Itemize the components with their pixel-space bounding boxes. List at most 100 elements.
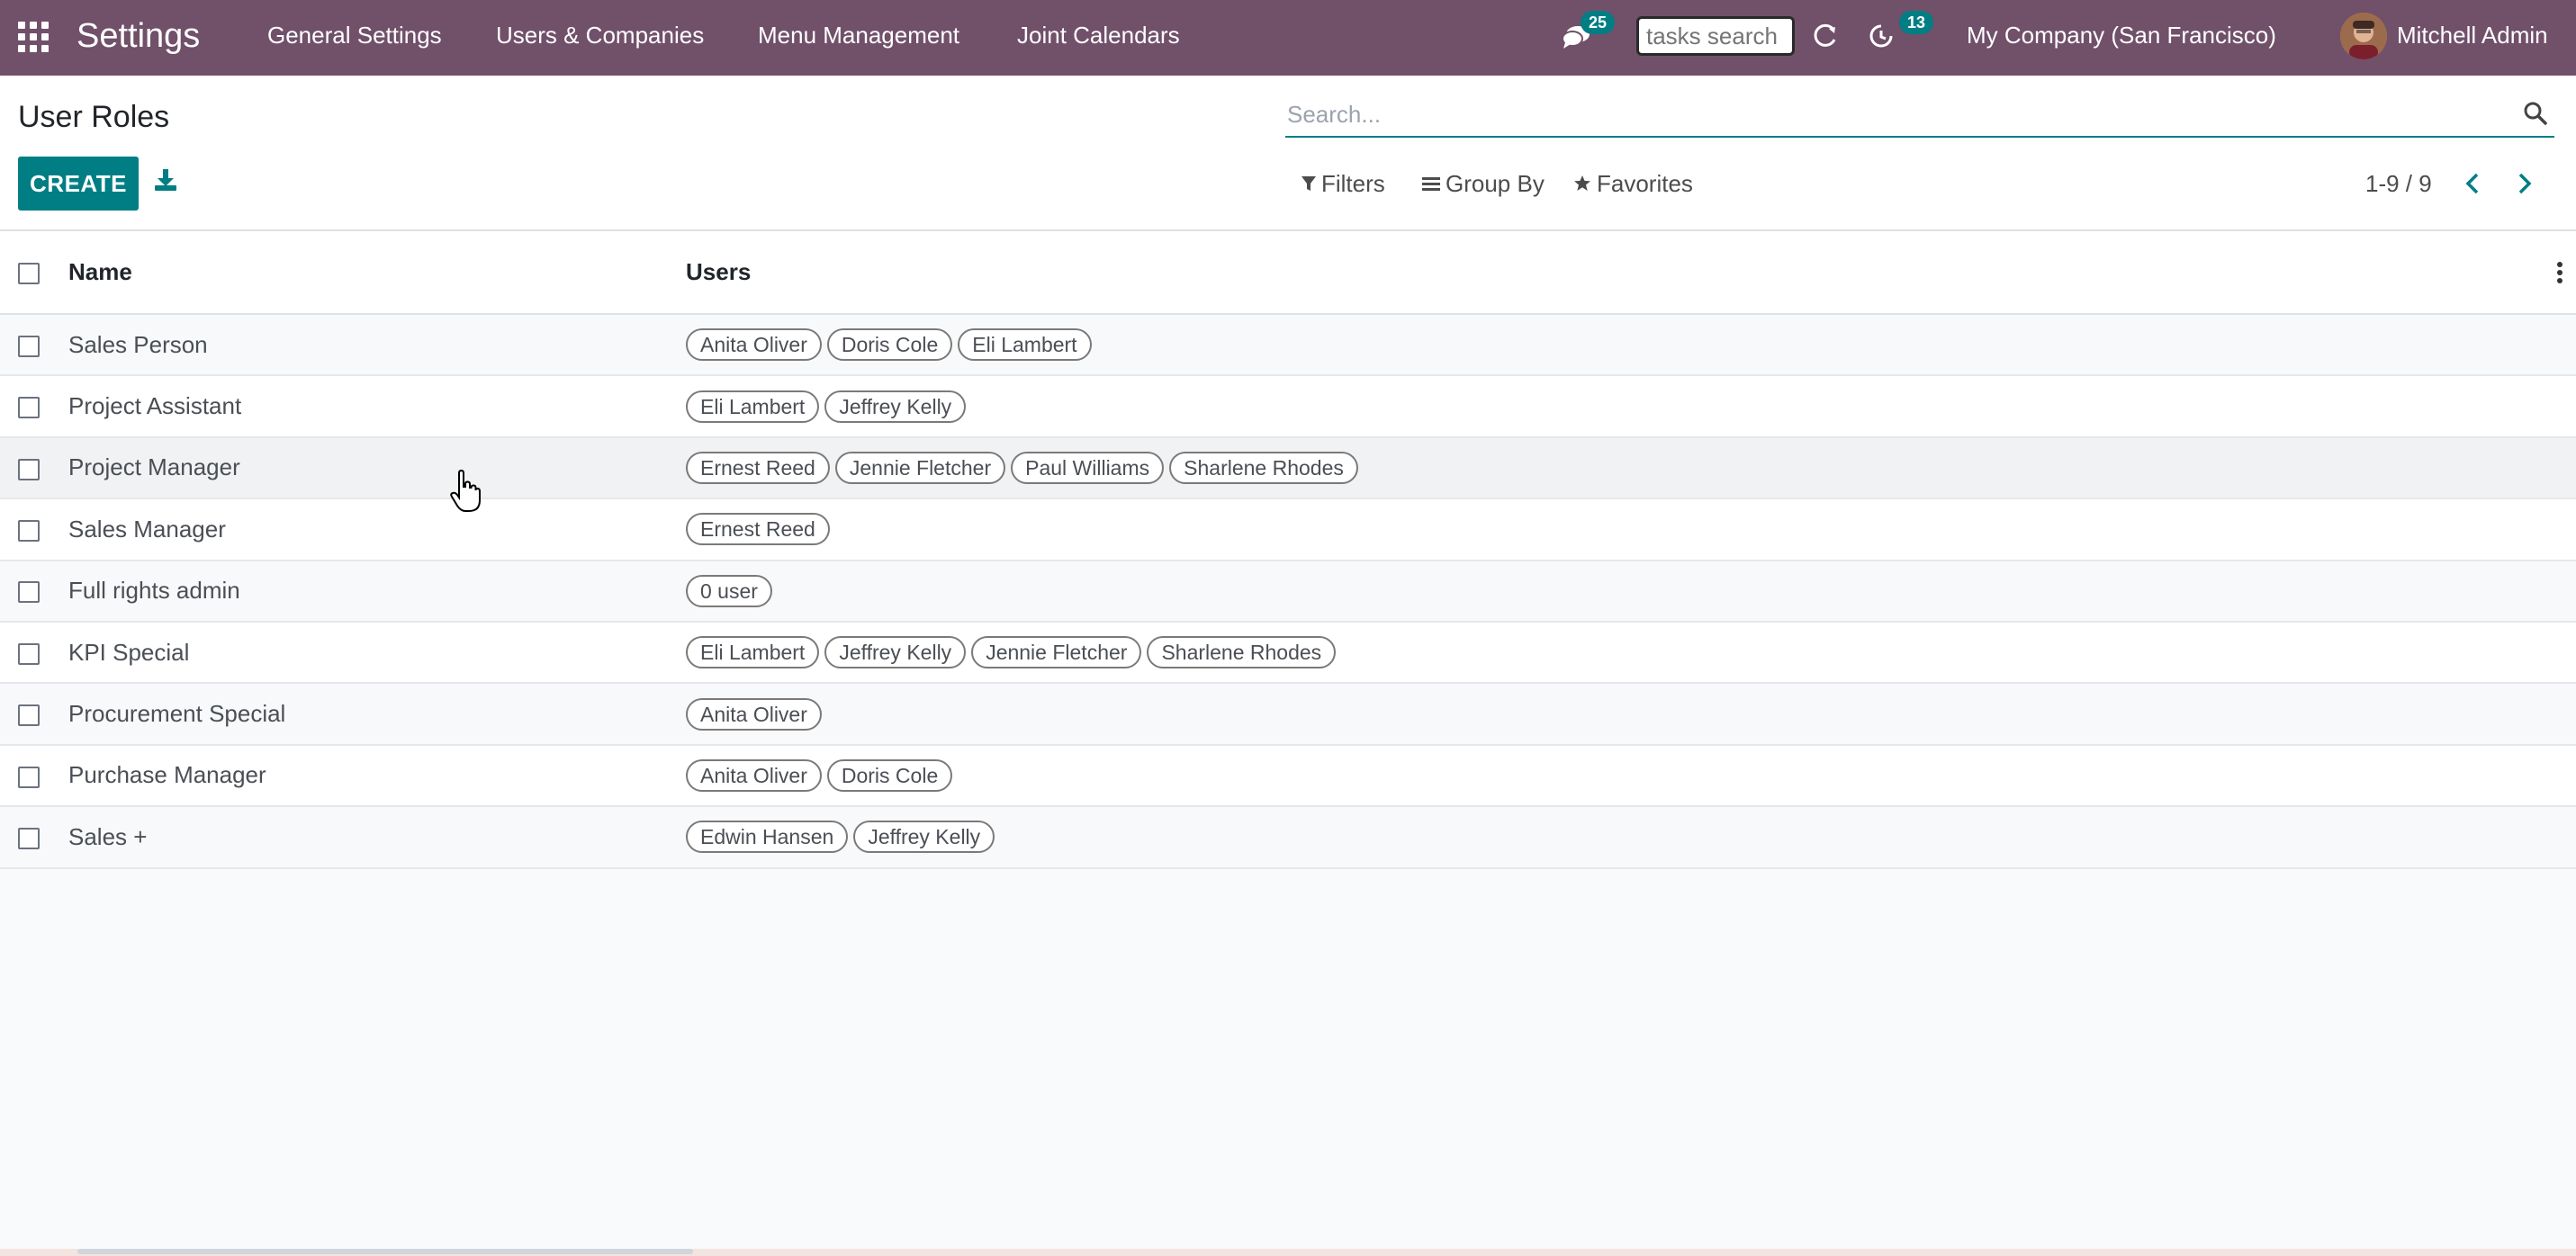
avatar[interactable] <box>2340 13 2387 59</box>
row-spacer-cell <box>2549 314 2576 375</box>
clock-icon <box>1869 24 1893 48</box>
row-select-cell <box>0 683 58 744</box>
role-name-cell[interactable]: Sales + <box>58 806 686 867</box>
role-users-cell[interactable]: Eli Lambert Jeffrey Kelly Jennie Fletcher S… <box>686 622 2549 683</box>
search-input[interactable] <box>1287 96 2493 132</box>
messaging-button[interactable]: 25 <box>1561 11 1616 54</box>
role-users-cell[interactable]: Anita Oliver Doris Cole <box>686 745 2549 806</box>
row-spacer-cell <box>2549 561 2576 622</box>
user-tag: Eli Lambert <box>686 390 820 423</box>
menu-general-settings[interactable]: General Settings <box>267 20 442 50</box>
role-users-cell[interactable]: Eli Lambert Jeffrey Kelly <box>686 375 2549 436</box>
horizontal-scrollbar[interactable] <box>77 1249 693 1254</box>
role-name-cell[interactable]: Project Manager <box>58 437 686 498</box>
user-tag: Jeffrey Kelly <box>824 636 967 669</box>
optional-columns-cell <box>2549 231 2576 314</box>
create-button[interactable]: CREATE <box>18 157 139 211</box>
user-tag: Jeffrey Kelly <box>853 821 995 854</box>
role-name-cell[interactable]: Sales Person <box>58 314 686 375</box>
table-row[interactable]: KPI Special Eli Lambert Jeffrey Kelly Jenni… <box>0 621 2576 684</box>
table-row[interactable]: Project Assistant Eli Lambert Jeffrey Kell… <box>0 375 2576 437</box>
row-checkbox[interactable] <box>18 827 40 849</box>
export-button[interactable] <box>153 167 185 200</box>
role-name-cell[interactable]: Full rights admin <box>58 561 686 622</box>
role-users-cell[interactable]: Anita Oliver Doris Cole Eli Lambert <box>686 314 2549 375</box>
pager-previous-button[interactable] <box>2459 167 2491 200</box>
app-title[interactable]: Settings <box>77 13 200 58</box>
table-row[interactable]: Sales Manager Ernest Reed <box>0 498 2576 561</box>
row-checkbox[interactable] <box>18 397 40 419</box>
table-row[interactable]: Full rights admin 0 user <box>0 560 2576 622</box>
menu-users-companies[interactable]: Users & Companies <box>496 20 704 50</box>
user-menu[interactable]: Mitchell Admin <box>2397 20 2548 50</box>
column-header-users[interactable]: Users <box>686 231 2549 314</box>
table-row[interactable]: Procurement Special Anita Oliver <box>0 683 2576 745</box>
user-tag: 0 user <box>686 574 772 607</box>
role-name-cell[interactable]: Project Assistant <box>58 375 686 436</box>
row-spacer-cell <box>2549 683 2576 744</box>
search-button[interactable] <box>2522 100 2554 132</box>
favorites-button[interactable]: Favorites <box>1573 167 1693 200</box>
role-users-cell[interactable]: Ernest Reed Jennie Fletcher Paul Williams S… <box>686 437 2549 498</box>
row-select-cell <box>0 561 58 622</box>
role-name-cell[interactable]: Procurement Special <box>58 683 686 744</box>
activities-button[interactable]: 13 <box>1867 11 1934 54</box>
column-header-name[interactable]: Name <box>58 231 686 314</box>
role-name-cell[interactable]: Sales Manager <box>58 498 686 560</box>
roles-table: Name Users Sales Person Anita Oliver Doris… <box>0 231 2576 869</box>
table-row[interactable]: Project Manager Ernest Reed Jennie Fletche… <box>0 436 2576 499</box>
user-tag: Ernest Reed <box>686 451 830 484</box>
table-row[interactable]: Purchase Manager Anita Oliver Doris Cole <box>0 744 2576 807</box>
table-header-row: Name Users <box>0 231 2576 314</box>
favorites-label: Favorites <box>1597 170 1693 197</box>
role-users-cell[interactable]: Anita Oliver <box>686 683 2549 744</box>
user-tag: Sharlene Rhodes <box>1169 451 1358 484</box>
user-tag: Sharlene Rhodes <box>1147 636 1337 669</box>
apps-grid-icon[interactable] <box>18 22 49 52</box>
group-by-icon <box>1422 177 1440 191</box>
role-name-cell[interactable]: Purchase Manager <box>58 745 686 806</box>
user-tag: Eli Lambert <box>958 328 1092 362</box>
group-by-button[interactable]: Group By <box>1422 167 1545 200</box>
row-checkbox[interactable] <box>18 766 40 788</box>
row-checkbox[interactable] <box>18 704 40 727</box>
role-users-cell[interactable]: 0 user <box>686 561 2549 622</box>
table-row[interactable]: Sales Person Anita Oliver Doris Cole Eli La… <box>0 314 2576 376</box>
row-checkbox[interactable] <box>18 581 40 604</box>
download-icon <box>155 169 176 191</box>
row-checkbox[interactable] <box>18 458 40 480</box>
row-spacer-cell <box>2549 375 2576 436</box>
role-users-cell[interactable]: Ernest Reed <box>686 498 2549 560</box>
row-select-cell <box>0 314 58 375</box>
user-tag: Edwin Hansen <box>686 821 849 854</box>
pager-value[interactable]: 1-9 / 9 <box>2365 167 2432 200</box>
chevron-right-icon <box>2518 173 2532 194</box>
group-by-label: Group By <box>1446 170 1545 197</box>
menu-menu-management[interactable]: Menu Management <box>758 20 959 50</box>
table-body: Sales Person Anita Oliver Doris Cole Eli La… <box>0 314 2576 868</box>
role-users-cell[interactable]: Edwin Hansen Jeffrey Kelly <box>686 806 2549 867</box>
messages-badge: 25 <box>1581 11 1616 34</box>
user-tag: Anita Oliver <box>686 697 822 731</box>
user-tag: Jennie Fletcher <box>834 451 1006 484</box>
select-all-checkbox[interactable] <box>18 263 40 285</box>
vertical-dots-icon[interactable] <box>2556 260 2563 285</box>
row-select-cell <box>0 375 58 436</box>
pager-next-button[interactable] <box>2511 167 2544 200</box>
refresh-button[interactable] <box>1811 22 1843 54</box>
table-row[interactable]: Sales + Edwin Hansen Jeffrey Kelly <box>0 806 2576 868</box>
user-tag: Eli Lambert <box>686 636 820 669</box>
menu-joint-calendars[interactable]: Joint Calendars <box>1017 20 1180 50</box>
row-select-cell <box>0 806 58 867</box>
chevron-left-icon <box>2465 173 2479 194</box>
row-select-cell <box>0 437 58 498</box>
row-spacer-cell <box>2549 745 2576 806</box>
filters-button[interactable]: Filters <box>1302 167 1385 200</box>
tasks-search-input[interactable] <box>1636 16 1795 56</box>
company-switcher[interactable]: My Company (San Francisco) <box>1967 20 2276 50</box>
row-checkbox[interactable] <box>18 519 40 542</box>
search-bar <box>1285 93 2554 138</box>
row-checkbox[interactable] <box>18 642 40 665</box>
role-name-cell[interactable]: KPI Special <box>58 622 686 683</box>
row-checkbox[interactable] <box>18 335 40 357</box>
